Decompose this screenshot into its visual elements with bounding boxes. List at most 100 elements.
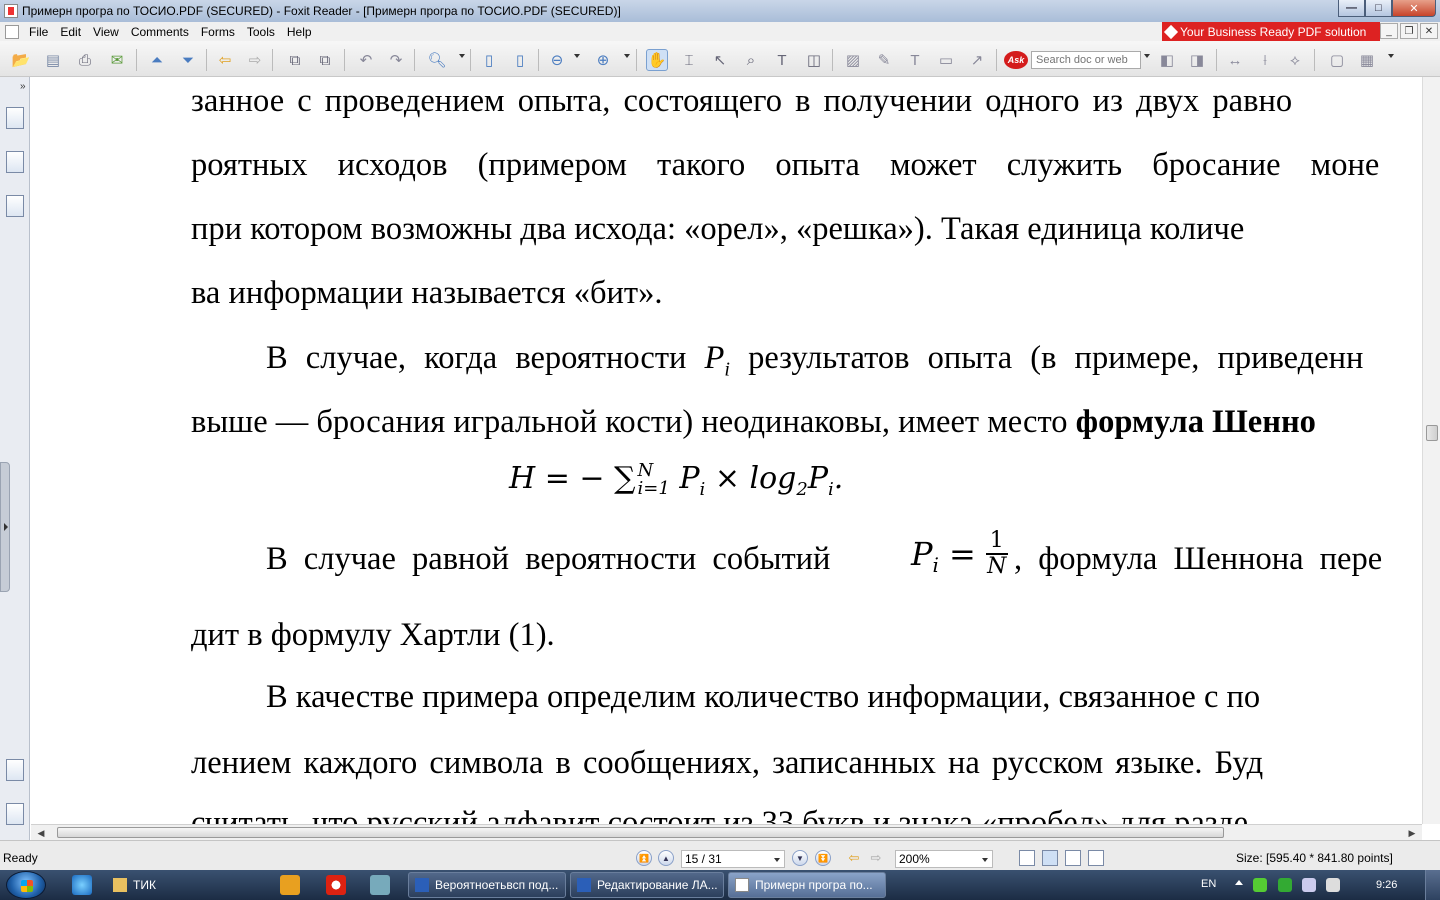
document-view[interactable]: занное с проведением опыта, состоящего в… bbox=[31, 77, 1422, 824]
tray-network-icon[interactable] bbox=[1302, 878, 1316, 892]
email-icon[interactable]: ✉ bbox=[106, 49, 128, 71]
bookmarks-icon[interactable] bbox=[6, 107, 24, 129]
forward-arrow-icon[interactable]: ⇨ bbox=[244, 49, 266, 71]
document-menu-icon[interactable] bbox=[5, 24, 19, 39]
tray-pencil-icon[interactable] bbox=[1253, 878, 1267, 892]
actual-size-icon[interactable]: ▯ bbox=[478, 49, 500, 71]
promo-banner[interactable]: Your Business Ready PDF solution bbox=[1162, 22, 1380, 41]
zoom-out-dropdown-icon[interactable] bbox=[574, 54, 580, 58]
horizontal-scroll-thumb[interactable] bbox=[57, 827, 1224, 838]
doc-restore-button[interactable]: ❐ bbox=[1400, 23, 1418, 39]
scroll-right-icon[interactable]: ▶ bbox=[1404, 826, 1420, 840]
undo-icon[interactable]: ↶ bbox=[355, 49, 377, 71]
prev-view-icon[interactable]: ⇦ bbox=[843, 847, 865, 869]
close-button[interactable]: ✕ bbox=[1392, 0, 1436, 17]
zoom-dropdown-icon[interactable] bbox=[982, 858, 988, 862]
first-page-icon[interactable]: ⏫ bbox=[636, 850, 652, 866]
search-forward-icon[interactable]: ◨ bbox=[1186, 49, 1208, 71]
single-page-view-icon[interactable] bbox=[1019, 850, 1035, 866]
zoom-in-icon[interactable]: ⊕ bbox=[592, 49, 614, 71]
pencil-icon[interactable]: ✎ bbox=[873, 49, 895, 71]
continuous-view-icon[interactable] bbox=[1042, 850, 1058, 866]
open-icon[interactable]: 📂 bbox=[10, 49, 32, 71]
facing-view-icon[interactable] bbox=[1065, 850, 1081, 866]
attachments-icon[interactable] bbox=[6, 803, 24, 825]
internet-explorer-icon[interactable] bbox=[72, 875, 92, 895]
page-number-field[interactable]: 15 / 31 bbox=[681, 850, 785, 868]
taskbar-item-word-1[interactable]: Вероятноетьвсп под... bbox=[408, 872, 566, 898]
vertical-scrollbar[interactable] bbox=[1422, 77, 1440, 824]
save-icon[interactable]: ▤ bbox=[42, 49, 64, 71]
doc-close-button[interactable]: ✕ bbox=[1420, 23, 1438, 39]
volume-icon[interactable] bbox=[1326, 878, 1340, 892]
layers-icon[interactable] bbox=[6, 195, 24, 217]
callout-icon[interactable]: ▭ bbox=[935, 49, 957, 71]
print-icon[interactable]: ⎙ bbox=[74, 49, 96, 71]
fit-page-icon[interactable]: ▯ bbox=[509, 49, 531, 71]
menu-comments[interactable]: Comments bbox=[127, 25, 197, 39]
menu-edit[interactable]: Edit bbox=[56, 25, 89, 39]
ask-logo-icon[interactable]: Ask bbox=[1004, 51, 1028, 69]
redo-icon[interactable]: ↷ bbox=[385, 49, 407, 71]
continuous-facing-view-icon[interactable] bbox=[1088, 850, 1104, 866]
menu-tools[interactable]: Tools bbox=[243, 25, 283, 39]
back-arrow-icon[interactable]: ⇦ bbox=[214, 49, 236, 71]
search-input[interactable] bbox=[1031, 51, 1141, 69]
area-tool-icon[interactable]: ⟡ bbox=[1284, 49, 1306, 71]
doc-minimize-button[interactable]: _ bbox=[1380, 23, 1398, 39]
snapshot-icon[interactable]: ◫ bbox=[803, 49, 825, 71]
page-view-icon[interactable]: ▢ bbox=[1326, 49, 1348, 71]
extract-pages-icon[interactable]: ⧉ bbox=[284, 49, 306, 71]
menu-forms[interactable]: Forms bbox=[197, 25, 243, 39]
start-button[interactable] bbox=[6, 871, 46, 899]
menu-file[interactable]: File bbox=[25, 25, 56, 39]
menu-view[interactable]: View bbox=[89, 25, 127, 39]
hand-tool-icon[interactable]: ✋ bbox=[646, 49, 668, 71]
distance-tool-icon[interactable]: ↔ bbox=[1224, 49, 1246, 71]
zoom-out-icon[interactable]: ⊖ bbox=[546, 49, 568, 71]
zoom-in-dropdown-icon[interactable] bbox=[624, 54, 630, 58]
arrow-icon[interactable]: ↗ bbox=[966, 49, 988, 71]
taskbar-item-word-2[interactable]: Редактирование ЛА... bbox=[570, 872, 724, 898]
taskbar-item-foxit[interactable]: Примерн програ по... bbox=[728, 872, 886, 898]
expand-panel-icon[interactable]: » bbox=[20, 81, 26, 92]
scroll-left-icon[interactable]: ◀ bbox=[33, 826, 49, 840]
next-page-nav-icon[interactable]: ▼ bbox=[792, 850, 808, 866]
zoom-in-tool-icon[interactable]: 🔍︎ bbox=[426, 49, 448, 71]
perimeter-tool-icon[interactable]: ⟊ bbox=[1254, 49, 1276, 71]
text-box-icon[interactable]: T bbox=[904, 49, 926, 71]
prev-page-icon[interactable]: ▲ bbox=[658, 850, 674, 866]
insert-pages-icon[interactable]: ⧉ bbox=[314, 49, 336, 71]
note-icon[interactable]: ▨ bbox=[842, 49, 864, 71]
language-indicator[interactable]: EN bbox=[1201, 878, 1216, 890]
grid-view-icon[interactable]: ▦ bbox=[1356, 49, 1378, 71]
app-shortcut-icon[interactable] bbox=[370, 875, 390, 895]
vertical-scroll-thumb[interactable] bbox=[1426, 425, 1438, 441]
next-page-icon[interactable]: ⏷ bbox=[177, 49, 199, 71]
search-dropdown-icon[interactable] bbox=[1144, 54, 1150, 58]
tray-app-icon[interactable] bbox=[1278, 878, 1292, 892]
taskbar-item-folder[interactable]: ТИК bbox=[106, 872, 264, 898]
comments-panel-icon[interactable] bbox=[6, 759, 24, 781]
next-view-icon[interactable]: ⇨ bbox=[865, 847, 887, 869]
horizontal-scrollbar[interactable]: ◀ ▶ bbox=[31, 824, 1422, 840]
page-dropdown-icon[interactable] bbox=[774, 858, 780, 862]
menu-help[interactable]: Help bbox=[283, 25, 320, 39]
zoom-tool-dropdown-icon[interactable] bbox=[459, 54, 465, 58]
find-icon[interactable]: ⌕ bbox=[740, 49, 762, 71]
clock[interactable]: 9:26 bbox=[1376, 879, 1397, 891]
media-player-icon[interactable] bbox=[280, 875, 300, 895]
maximize-button[interactable]: □ bbox=[1365, 0, 1392, 17]
last-page-icon[interactable]: ⏬ bbox=[815, 850, 831, 866]
previous-page-icon[interactable]: ⏶ bbox=[146, 49, 168, 71]
minimize-button[interactable]: — bbox=[1338, 0, 1365, 17]
select-text-icon[interactable]: ⌶ bbox=[678, 49, 700, 71]
opera-icon[interactable] bbox=[326, 875, 346, 895]
pages-icon[interactable] bbox=[6, 151, 24, 173]
view-dropdown-icon[interactable] bbox=[1388, 54, 1394, 58]
show-desktop-button[interactable] bbox=[1425, 870, 1440, 900]
panel-toggle-handle[interactable] bbox=[0, 462, 10, 592]
search-back-icon[interactable]: ◧ bbox=[1156, 49, 1178, 71]
zoom-level-field[interactable]: 200% bbox=[895, 850, 993, 868]
typewriter-icon[interactable]: T bbox=[771, 49, 793, 71]
